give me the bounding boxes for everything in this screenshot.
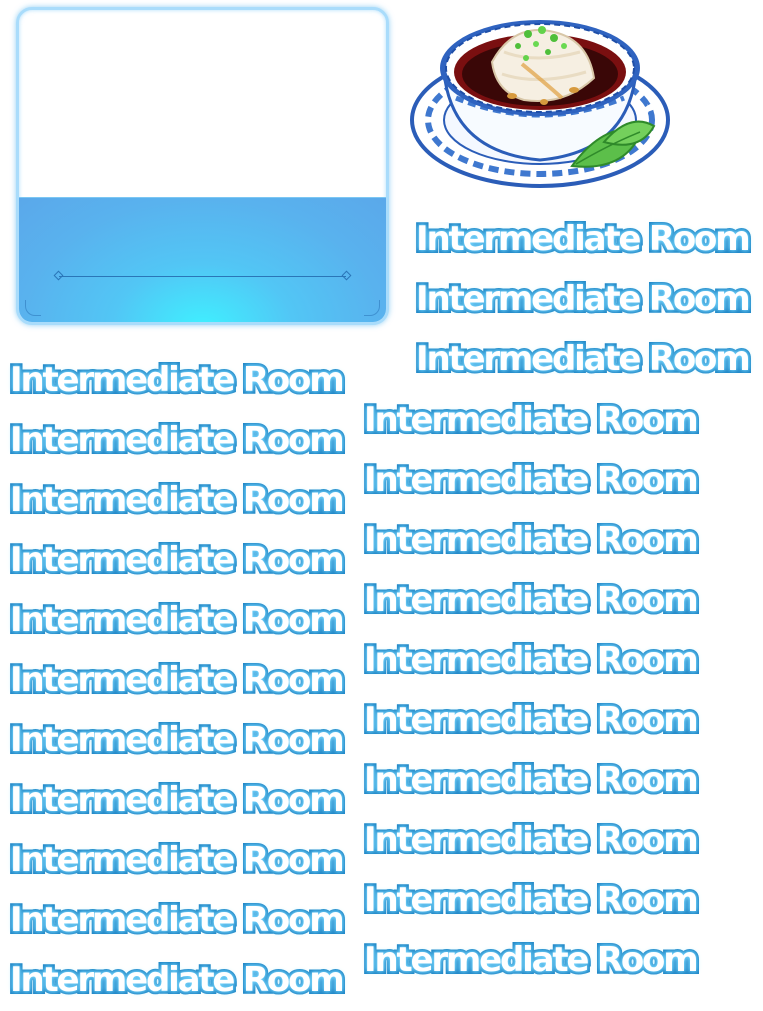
room-label: Intermediate Room bbox=[413, 216, 754, 262]
room-label: Intermediate Room bbox=[361, 937, 702, 983]
room-label: Intermediate Room bbox=[361, 577, 702, 623]
room-label: Intermediate Room bbox=[361, 877, 702, 923]
card-divider bbox=[59, 276, 346, 277]
room-label: Intermediate Room bbox=[7, 657, 348, 703]
room-label: Intermediate Room bbox=[361, 637, 702, 683]
room-label: Intermediate Room bbox=[361, 457, 702, 503]
room-label: Intermediate Room bbox=[7, 837, 348, 883]
room-label: Intermediate Room bbox=[413, 276, 754, 322]
divider-diamond-right bbox=[341, 270, 352, 281]
svg-text:✦: ✦ bbox=[642, 102, 654, 118]
corner-ornament-right bbox=[364, 300, 380, 316]
room-label: Intermediate Room bbox=[7, 357, 348, 403]
divider-diamond-left bbox=[53, 270, 64, 281]
room-label: Intermediate Room bbox=[7, 537, 348, 583]
room-label: Intermediate Room bbox=[7, 897, 348, 943]
room-label: Intermediate Room bbox=[361, 817, 702, 863]
room-label: Intermediate Room bbox=[7, 477, 348, 523]
room-label: Intermediate Room bbox=[361, 697, 702, 743]
room-label: Intermediate Room bbox=[413, 336, 754, 382]
room-label: Intermediate Room bbox=[361, 397, 702, 443]
room-label: Intermediate Room bbox=[7, 417, 348, 463]
room-label: Intermediate Room bbox=[7, 957, 348, 1003]
room-label: Intermediate Room bbox=[7, 777, 348, 823]
card-bottom-panel bbox=[19, 197, 386, 322]
corner-ornament-left bbox=[25, 300, 41, 316]
room-label: Intermediate Room bbox=[361, 757, 702, 803]
room-label: Intermediate Room bbox=[7, 717, 348, 763]
food-bowl-icon: ✦ bbox=[410, 20, 670, 188]
room-card-frame bbox=[16, 7, 389, 325]
room-label: Intermediate Room bbox=[361, 517, 702, 563]
room-label: Intermediate Room bbox=[7, 597, 348, 643]
